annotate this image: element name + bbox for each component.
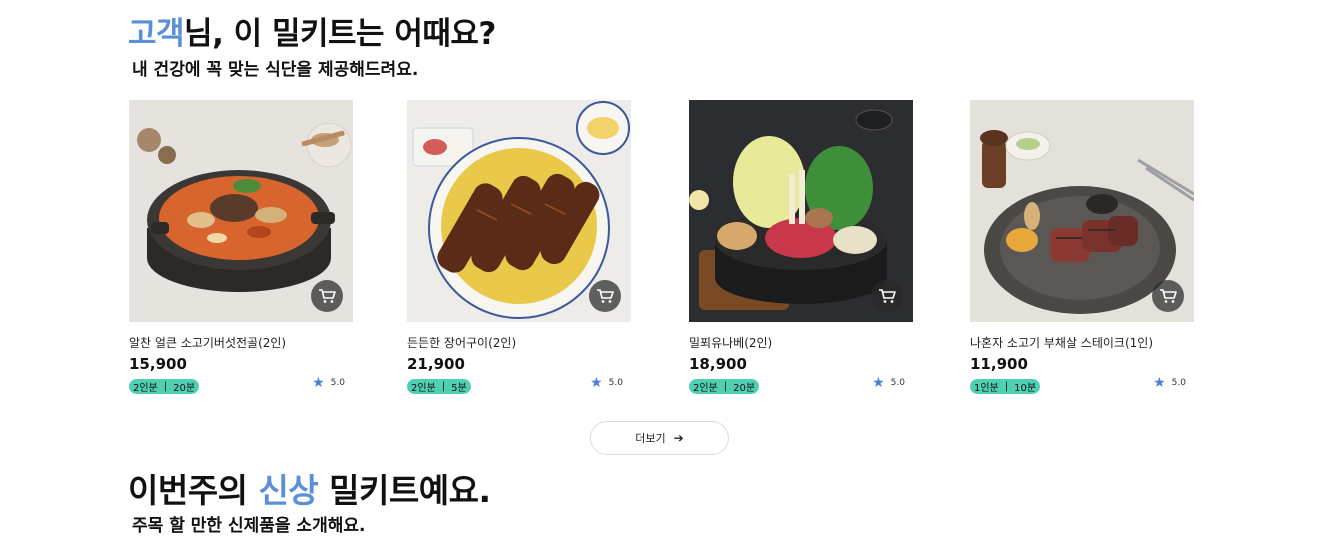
title-post: 밀키트예요. [318, 471, 491, 510]
product-image[interactable] [689, 100, 913, 322]
servings: 2인분 [411, 383, 436, 394]
rating-value: 5.0 [330, 378, 345, 388]
star-icon: ★ [1153, 375, 1166, 391]
star-icon: ★ [312, 375, 325, 391]
product-card[interactable]: 든든한 장어구이(2인) 21,900 2인분 | 5분 ★ 5.0 [407, 100, 633, 394]
rating: ★ 5.0 [1153, 376, 1186, 390]
new-section-title: 이번주의 신상 밀키트예요. [128, 464, 491, 512]
product-card[interactable]: 알찬 얼큰 소고기버섯전골(2인) 15,900 2인분 | 20분 ★ 5.0 [129, 100, 355, 394]
badge-separator: | [1004, 381, 1009, 392]
cook-info-badge: 2인분 | 5분 [407, 379, 471, 394]
more-button[interactable]: 더보기 ➔ [590, 421, 729, 455]
title-accent: 고객 [128, 16, 185, 52]
title-accent: 신상 [258, 471, 319, 510]
product-image[interactable] [407, 100, 631, 322]
rating-value: 5.0 [608, 378, 623, 388]
cook-time: 5분 [451, 383, 467, 394]
badge-separator: | [163, 381, 168, 392]
rating: ★ 5.0 [590, 376, 623, 390]
product-name[interactable]: 나혼자 소고기 부채살 스테이크(1인) [970, 334, 1196, 351]
title-pre: 이번주의 [128, 471, 259, 510]
add-to-cart-button[interactable] [589, 280, 621, 312]
rating: ★ 5.0 [872, 376, 905, 390]
cart-icon [879, 289, 896, 303]
cook-info-badge: 2인분 | 20분 [129, 379, 200, 394]
product-card[interactable]: 밀푀유나베(2인) 18,900 2인분 | 20분 ★ 5.0 [689, 100, 915, 394]
cook-time: 20분 [733, 383, 756, 394]
cook-info-badge: 1인분 | 10분 [970, 379, 1041, 394]
star-icon: ★ [872, 375, 885, 391]
product-price: 15,900 [129, 355, 187, 373]
product-price: 21,900 [407, 355, 465, 373]
new-section-subtitle: 주목 할 만한 신제품을 소개해요. [132, 516, 366, 536]
product-price: 18,900 [689, 355, 747, 373]
add-to-cart-button[interactable] [311, 280, 343, 312]
add-to-cart-button[interactable] [1152, 280, 1184, 312]
title-rest: 님, 이 밀키트는 어때요? [184, 16, 496, 52]
product-image[interactable] [129, 100, 353, 322]
product-price: 11,900 [970, 355, 1028, 373]
cook-time: 10분 [1014, 383, 1037, 394]
cart-icon [1160, 289, 1177, 303]
cart-icon [319, 289, 336, 303]
product-image[interactable] [970, 100, 1194, 322]
rating-value: 5.0 [890, 378, 905, 388]
badge-separator: | [441, 381, 446, 392]
more-button-label: 더보기 [635, 432, 666, 445]
cart-icon [597, 289, 614, 303]
rating-value: 5.0 [1171, 378, 1186, 388]
badge-separator: | [723, 381, 728, 392]
cook-time: 20분 [173, 383, 196, 394]
product-name[interactable]: 알찬 얼큰 소고기버섯전골(2인) [129, 334, 355, 351]
cook-info-badge: 2인분 | 20분 [689, 379, 760, 394]
recommend-section-title: 고객님, 이 밀키트는 어때요? [128, 8, 496, 53]
product-name[interactable]: 든든한 장어구이(2인) [407, 334, 633, 351]
servings: 2인분 [133, 383, 158, 394]
add-to-cart-button[interactable] [871, 280, 903, 312]
rating: ★ 5.0 [312, 376, 345, 390]
product-name[interactable]: 밀푀유나베(2인) [689, 334, 915, 351]
recommend-section-subtitle: 내 건강에 꼭 맞는 식단을 제공해드려요. [132, 60, 419, 80]
product-card[interactable]: 나혼자 소고기 부채살 스테이크(1인) 11,900 1인분 | 10분 ★ 5.0 [970, 100, 1196, 394]
servings: 1인분 [974, 383, 999, 394]
arrow-right-icon: ➔ [673, 431, 684, 445]
servings: 2인분 [693, 383, 718, 394]
star-icon: ★ [590, 375, 603, 391]
